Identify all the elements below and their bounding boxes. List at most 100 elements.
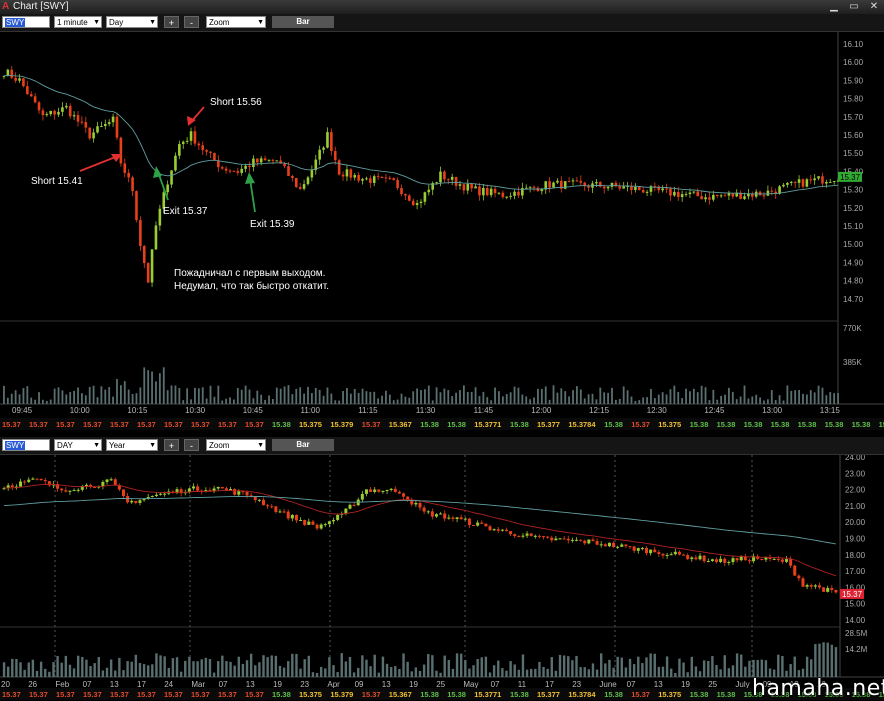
ticker-price: 15.37 <box>2 690 21 699</box>
daily-volume-bar <box>381 656 385 677</box>
price-candle <box>665 188 668 190</box>
bottom-zoom-select[interactable]: Zoom ▼ <box>206 439 266 451</box>
daily-volume-bar <box>159 655 162 677</box>
daily-candle <box>574 539 578 541</box>
daily-volume-bar <box>109 659 113 677</box>
daily-volume-bar <box>764 660 768 677</box>
volume-bar <box>669 389 672 404</box>
price-candle <box>376 176 380 178</box>
bottom-bar-style-button[interactable]: Bar <box>272 439 334 451</box>
volume-bar <box>474 387 477 404</box>
daily-volume-bar <box>188 656 191 677</box>
daily-candle <box>595 541 599 545</box>
top-bar-style-button[interactable]: Bar <box>272 16 334 28</box>
volume-bar <box>537 388 539 404</box>
annotation-exit-1: Exit 15.37 <box>163 206 208 217</box>
bottom-interval-select[interactable]: DAY ▼ <box>54 439 102 451</box>
volume-bar <box>564 391 567 404</box>
ticker-price: 15.38 <box>510 690 529 699</box>
daily-candle <box>669 554 673 556</box>
maximize-button[interactable]: ▭ <box>846 1 862 12</box>
volume-bar <box>123 381 126 404</box>
bottom-date-tick-label: July <box>735 680 749 689</box>
daily-volume-bar <box>146 665 150 677</box>
top-time-tick-label: 12:15 <box>589 406 610 415</box>
daily-volume-bar <box>101 670 105 677</box>
daily-volume-bar <box>455 653 459 677</box>
minimize-button[interactable]: ▁ <box>826 1 842 12</box>
top-period-select[interactable]: Day ▼ <box>106 16 158 28</box>
volume-bar <box>84 395 87 404</box>
price-candle <box>602 186 606 189</box>
bottom-symbol-field[interactable]: SWY <box>2 439 50 451</box>
volume-bar <box>805 394 808 404</box>
price-candle <box>556 180 559 183</box>
price-candle <box>248 165 251 168</box>
daily-volume-bar <box>324 668 327 677</box>
volume-bar <box>119 385 122 404</box>
price-candle <box>384 177 388 179</box>
daily-candle <box>159 493 163 495</box>
price-candle <box>517 191 520 196</box>
top-symbol-field[interactable]: SWY <box>2 16 50 28</box>
price-candle <box>634 186 637 190</box>
daily-candle <box>665 554 669 556</box>
daily-volume-bar <box>319 666 323 677</box>
volume-bar <box>681 398 684 404</box>
ticker-price: 15.37 <box>191 420 210 429</box>
daily-volume-bar <box>365 659 368 677</box>
bottom-volume-tick-label: 28.5M <box>845 629 868 638</box>
volume-bar <box>611 387 613 404</box>
daily-volume-bar <box>410 671 413 677</box>
ticker-price: 15.38 <box>604 420 623 429</box>
top-zoom-in-button[interactable]: + <box>164 16 179 28</box>
daily-volume-bar <box>184 660 187 677</box>
daily-candle <box>587 539 591 544</box>
price-candle <box>552 182 555 188</box>
daily-volume-bar <box>122 670 125 677</box>
daily-volume-bar <box>307 655 311 677</box>
daily-candle <box>793 565 797 576</box>
volume-bar <box>190 399 192 404</box>
top-price-tick-label: 14.80 <box>843 277 864 286</box>
bottom-date-tick-label: 23 <box>572 680 581 689</box>
volume-bar <box>423 389 426 404</box>
bottom-zoom-out-button[interactable]: - <box>184 439 199 451</box>
volume-bar <box>653 398 656 404</box>
price-candle <box>41 110 45 116</box>
daily-candle <box>797 575 801 579</box>
bottom-period-select[interactable]: Year ▼ <box>106 439 158 451</box>
volume-bar <box>38 392 40 404</box>
daily-candle <box>607 542 611 547</box>
daily-candle <box>694 557 698 560</box>
close-button[interactable]: ✕ <box>866 1 882 12</box>
top-zoom-out-button[interactable]: - <box>184 16 199 28</box>
daily-candle <box>10 485 14 487</box>
top-volume-tick-label: 770K <box>843 324 862 333</box>
daily-candle <box>772 558 776 560</box>
top-time-tick-label: 10:15 <box>127 406 148 415</box>
price-candle <box>786 182 789 185</box>
top-zoom-select[interactable]: Zoom ▼ <box>206 16 266 28</box>
price-candle <box>103 123 107 127</box>
top-interval-select[interactable]: 1 minute ▼ <box>54 16 102 28</box>
top-time-tick-label: 12:45 <box>704 406 725 415</box>
volume-bar <box>466 391 469 404</box>
volume-bar <box>498 391 500 404</box>
daily-volume-bar <box>64 655 68 677</box>
daily-candle <box>348 504 352 509</box>
volume-bar <box>451 396 454 404</box>
bottom-zoom-in-button[interactable]: + <box>164 439 179 451</box>
bottom-price-tick-label: 17.00 <box>845 567 866 576</box>
price-candle <box>723 195 727 197</box>
daily-volume-bar <box>546 668 549 677</box>
volume-bar <box>357 393 360 404</box>
price-candle <box>271 159 275 161</box>
ticker-price: 15.37 <box>631 420 650 429</box>
daily-candle <box>294 514 298 521</box>
daily-volume-bar <box>163 656 166 677</box>
ticker-price: 15.37 <box>110 690 129 699</box>
price-candle <box>205 150 208 152</box>
price-candle <box>669 188 672 196</box>
price-candle <box>832 181 836 183</box>
